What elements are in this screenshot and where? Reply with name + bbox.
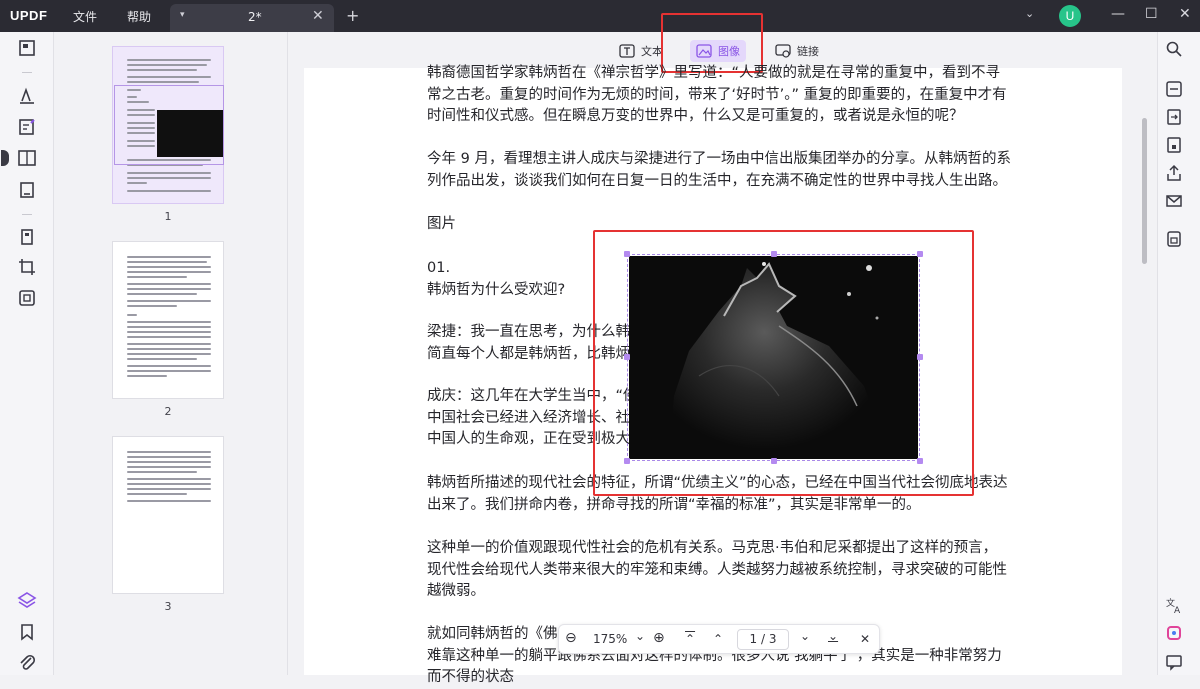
text-line: 而不得的状态	[427, 669, 514, 685]
minimize-icon[interactable]: —	[1111, 6, 1125, 22]
comment-pen-icon[interactable]	[17, 86, 37, 106]
app-logo: UPDF	[10, 8, 48, 23]
chevron-down-icon[interactable]: ⌄	[1025, 7, 1034, 20]
text-line: 常之古老。重复的时间作为无烦的时间，带来了‘好时节’。” 重复的即重要的，在重复…	[427, 86, 1007, 103]
zoom-navigation-bar: ⊖ 175% ⌄ ⊕ ⌃ ⌃ 1 / 3 ⌄ ⌄ ✕	[558, 624, 880, 654]
organize-pages-icon[interactable]	[17, 227, 37, 247]
protect-icon[interactable]	[1165, 136, 1183, 154]
rail-divider	[22, 214, 32, 215]
ocr-icon[interactable]	[1165, 80, 1183, 98]
window-close-icon[interactable]: ✕	[1179, 6, 1191, 22]
image-highlight-box	[593, 230, 974, 496]
attachment-icon[interactable]	[17, 652, 37, 672]
vertical-scrollbar[interactable]	[1142, 118, 1147, 264]
link-tool-icon	[775, 44, 791, 58]
text-line: 韩裔德国哲学家韩炳哲在《禅宗哲学》里写道：“人要做的就是在寻常的重复中，看到不寻	[427, 65, 1001, 81]
crop-icon[interactable]	[17, 257, 37, 277]
last-page-icon[interactable]: ⌄	[828, 629, 838, 643]
title-bar: UPDF 文件 帮助 ▾ 2* ✕ + ⌄ U — ☐ ✕	[0, 0, 1200, 32]
page-thumbnail-2[interactable]	[112, 241, 224, 399]
maximize-icon[interactable]: ☐	[1145, 6, 1158, 22]
first-page-icon[interactable]: ⌃	[685, 632, 695, 646]
save-icon[interactable]	[1165, 230, 1183, 248]
document-tab[interactable]: ▾ 2* ✕	[170, 4, 334, 32]
paragraph-2[interactable]: 今年 9 月，看理想主讲人成庆与梁捷进行了一场由中信出版集团举办的分享。从韩炳哲…	[427, 149, 1011, 192]
paragraph-3[interactable]: 图片	[427, 214, 456, 236]
text-line: 出来了。我们拼命内卷，拼命寻找的所谓“幸福的标准”，其实是非常单一的。	[427, 496, 921, 513]
add-text-label: 文本	[641, 45, 663, 58]
zoom-in-icon[interactable]: ⊕	[653, 630, 665, 646]
tab-title: 2*	[248, 10, 262, 24]
previous-page-icon[interactable]: ⌃	[713, 632, 723, 646]
next-page-icon[interactable]: ⌄	[800, 629, 810, 643]
thumbnail-number-1: 1	[164, 210, 172, 223]
tab-dropdown-icon[interactable]: ▾	[180, 10, 185, 20]
new-tab-icon[interactable]: +	[346, 6, 359, 25]
menu-file[interactable]: 文件	[73, 8, 97, 25]
rail-divider	[22, 72, 32, 73]
page-thumbnail-1[interactable]	[112, 46, 224, 204]
thumbnail-selection-box	[114, 85, 224, 165]
text-line: 今年 9 月，看理想主讲人成庆与梁捷进行了一场由中信出版集团举办的分享。从韩炳哲…	[427, 151, 1011, 167]
text-line: 韩炳哲为什么受欢迎?	[427, 281, 566, 298]
add-link-label: 链接	[797, 45, 819, 58]
bookmark-icon[interactable]	[17, 622, 37, 642]
zoom-out-icon[interactable]: ⊖	[565, 630, 577, 646]
comment-icon[interactable]	[1165, 653, 1183, 671]
text-line: 图片	[427, 216, 456, 232]
tab-close-icon[interactable]: ✕	[312, 8, 324, 24]
page-view-icon[interactable]	[17, 148, 37, 168]
thumbnail-number-3: 3	[164, 600, 172, 613]
text-line: 这种单一的价值观跟现代性社会的危机有关系。马克思·韦伯和尼采都提出了这样的预言，	[427, 540, 998, 556]
paragraph-1[interactable]: 韩裔德国哲学家韩炳哲在《禅宗哲学》里写道：“人要做的就是在寻常的重复中，看到不寻…	[427, 63, 1007, 128]
paragraph-4[interactable]: 01. 韩炳哲为什么受欢迎?	[427, 258, 565, 301]
mail-icon[interactable]	[1165, 192, 1183, 210]
form-icon[interactable]	[17, 180, 37, 200]
add-link-button[interactable]: 链接	[769, 40, 825, 62]
layers-icon[interactable]	[17, 590, 37, 610]
menu-help[interactable]: 帮助	[127, 8, 151, 25]
reader-icon[interactable]	[17, 38, 37, 58]
svg-text:A: A	[1174, 606, 1181, 614]
paragraph-8[interactable]: 这种单一的价值观跟现代性社会的危机有关系。马克思·韦伯和尼采都提出了这样的预言，…	[427, 538, 1007, 603]
tools-icon[interactable]	[17, 288, 37, 308]
user-avatar[interactable]: U	[1059, 5, 1081, 27]
share-icon[interactable]	[1165, 164, 1183, 182]
right-tool-rail	[1157, 32, 1200, 675]
text-line: 01.	[427, 260, 451, 276]
page-number-input[interactable]: 1 / 3	[737, 629, 789, 650]
close-navigation-icon[interactable]: ✕	[860, 632, 870, 646]
zoom-level[interactable]: 175%	[593, 632, 627, 646]
convert-icon[interactable]	[1165, 108, 1183, 126]
text-line: 现代性会给现代人类带来很大的牢笼和束缚。人类越努力越被系统控制，寻求突破的可能性	[427, 561, 1007, 578]
page-thumbnail-3[interactable]	[112, 436, 224, 594]
thumbnail-number-2: 2	[164, 405, 172, 418]
text-line: 列作品出发，谈谈我们如何在日复一日的生活中，在充满不确定性的世界中寻找人生出路。	[427, 172, 1007, 189]
text-line: 时间性和仪式感。但在瞬息万变的世界中，什么又是可重复的，或者说是永恒的呢？	[427, 108, 964, 124]
zoom-dropdown-icon[interactable]: ⌄	[635, 629, 645, 643]
edit-pdf-icon[interactable]	[17, 117, 37, 137]
ai-assistant-icon[interactable]	[1165, 624, 1183, 642]
text-tool-icon	[619, 44, 635, 58]
panel-collapse-handle[interactable]	[1, 150, 9, 166]
translate-icon[interactable]: 文A	[1165, 596, 1183, 614]
text-line: 越微弱。	[427, 583, 485, 599]
search-icon[interactable]	[1165, 40, 1183, 58]
